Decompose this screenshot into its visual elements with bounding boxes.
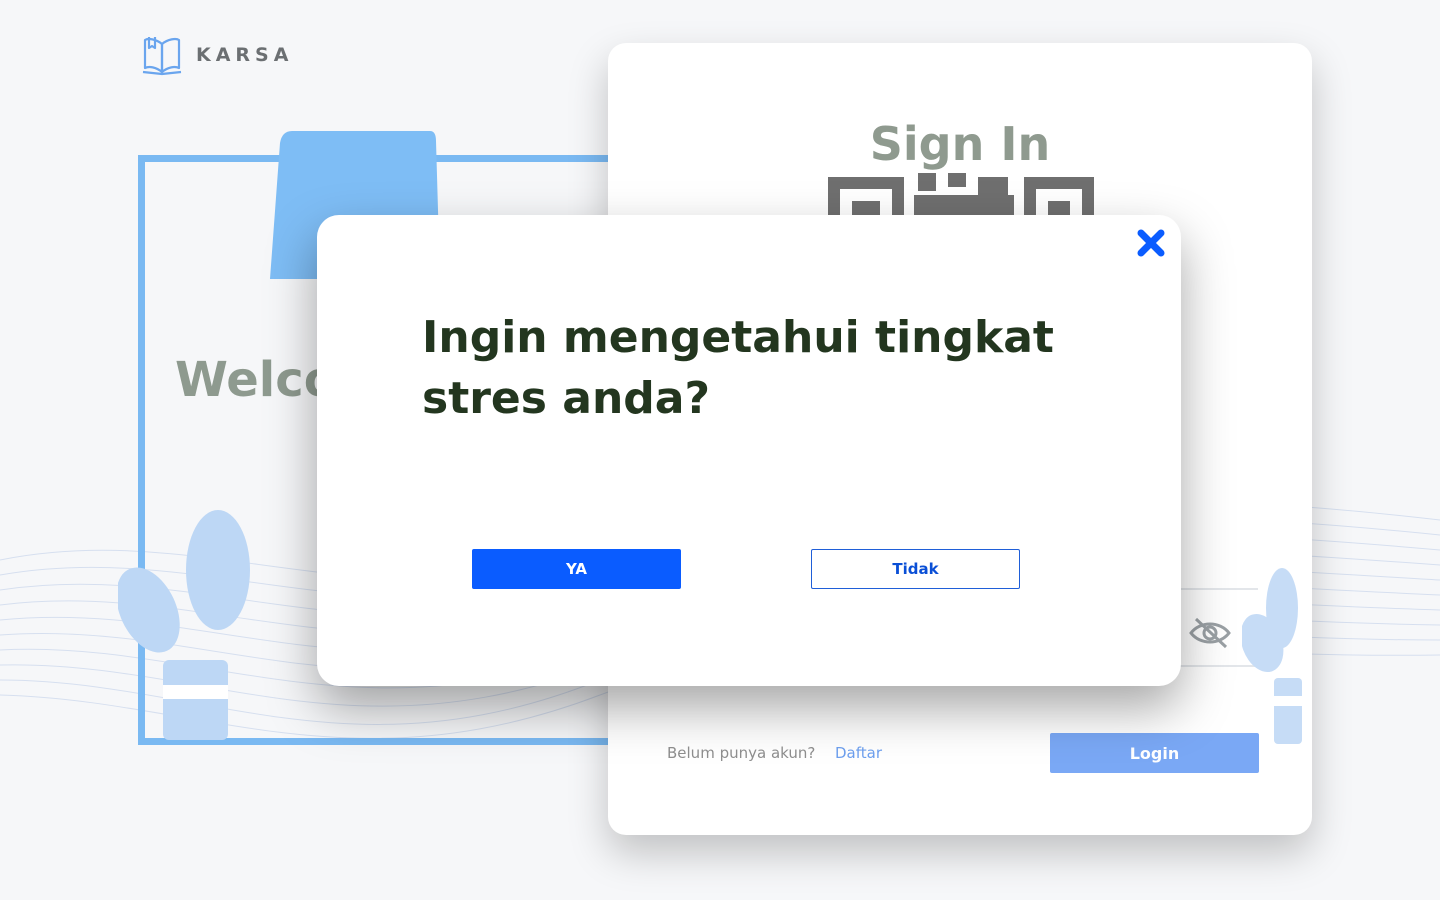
plant-illustration-right bbox=[1242, 568, 1302, 744]
signup-link[interactable]: Daftar bbox=[835, 744, 882, 762]
close-icon[interactable] bbox=[1135, 227, 1167, 259]
login-button[interactable]: Login bbox=[1050, 733, 1259, 773]
brand: KARSA bbox=[142, 34, 293, 76]
dialog-title: Ingin mengetahui tingkat stres anda? bbox=[422, 312, 1054, 424]
welcome-heading: Welco bbox=[175, 352, 337, 408]
plant-illustration bbox=[118, 510, 250, 740]
stress-check-dialog: Ingin mengetahui tingkat stres anda? YA … bbox=[317, 215, 1181, 686]
no-button[interactable]: Tidak bbox=[811, 549, 1020, 589]
signup-prompt: Belum punya akun? bbox=[667, 744, 816, 762]
book-icon bbox=[142, 37, 182, 76]
brand-name: KARSA bbox=[196, 44, 294, 66]
yes-button[interactable]: YA bbox=[472, 549, 681, 589]
signin-title: Sign In bbox=[869, 117, 1051, 171]
eye-off-icon[interactable] bbox=[1188, 615, 1232, 651]
